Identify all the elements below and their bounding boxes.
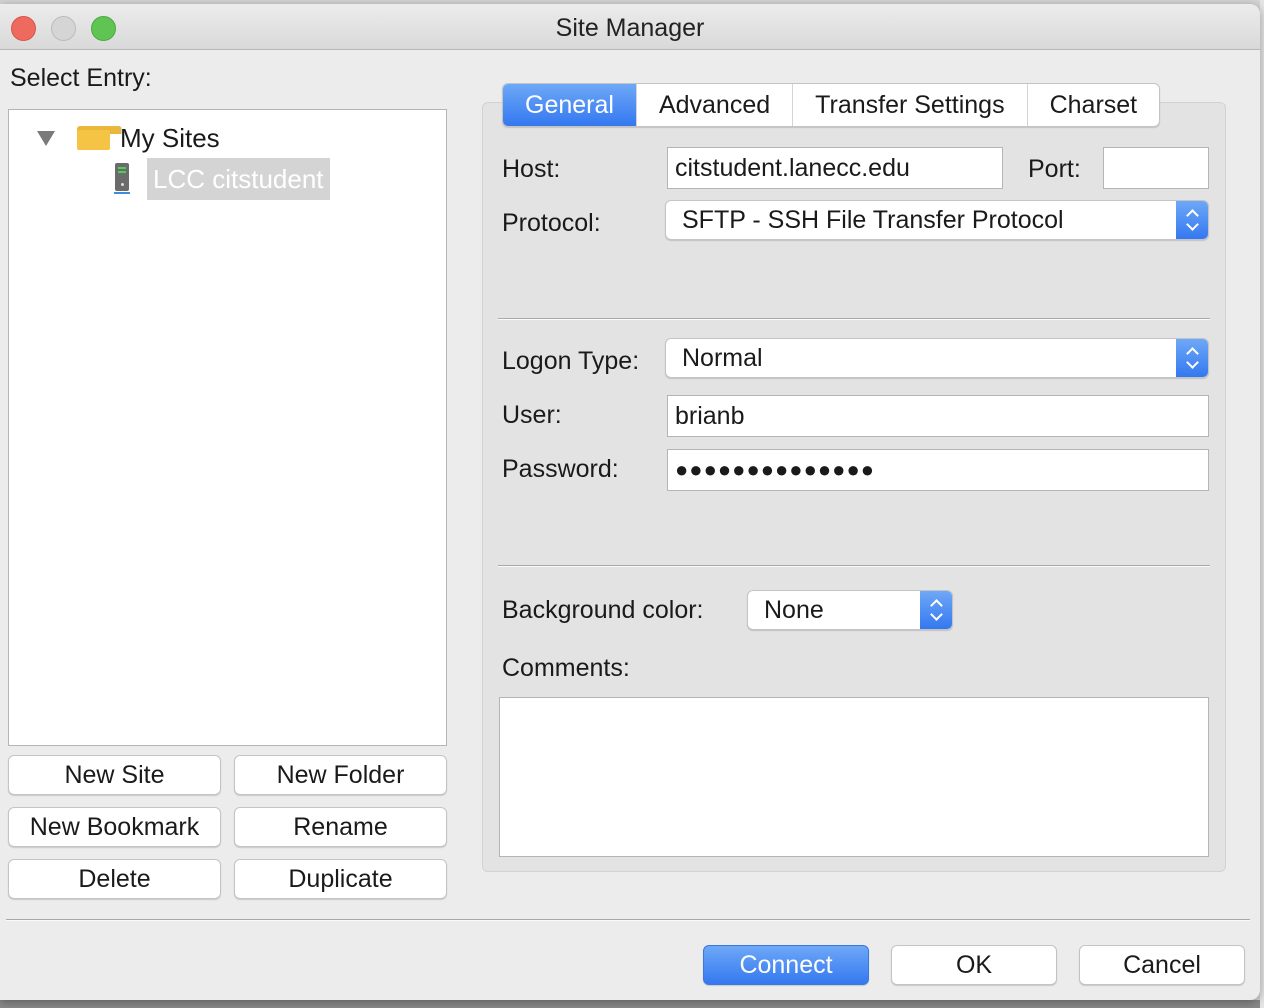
rename-button[interactable]: Rename <box>234 807 447 847</box>
user-input[interactable]: brianb <box>667 395 1209 437</box>
site-manager-dialog: Site Manager Select Entry: My Sites LCC … <box>0 4 1260 1000</box>
new-site-button[interactable]: New Site <box>8 755 221 795</box>
protocol-select[interactable]: SFTP - SSH File Transfer Protocol <box>665 200 1209 240</box>
tree-item-my-sites[interactable]: My Sites <box>35 120 220 156</box>
delete-button[interactable]: Delete <box>8 859 221 899</box>
section-divider <box>498 318 1210 320</box>
background-app-content <box>0 1000 1264 1008</box>
tree-item-label-selected[interactable]: LCC citstudent <box>147 158 330 200</box>
background-color-select-value: None <box>764 596 824 624</box>
host-label: Host: <box>502 155 561 183</box>
server-icon <box>113 163 131 195</box>
select-stepper-icon <box>1176 201 1208 239</box>
protocol-select-value: SFTP - SSH File Transfer Protocol <box>682 206 1064 234</box>
section-divider <box>498 565 1210 567</box>
background-color-select[interactable]: None <box>747 590 953 630</box>
background-color-label: Background color: <box>502 596 704 624</box>
tab-charset[interactable]: Charset <box>1028 84 1160 126</box>
protocol-label: Protocol: <box>502 209 601 237</box>
cancel-button[interactable]: Cancel <box>1079 945 1245 985</box>
select-stepper-icon <box>1176 339 1208 377</box>
tab-transfer-settings[interactable]: Transfer Settings <box>793 84 1028 126</box>
tab-advanced[interactable]: Advanced <box>637 84 794 126</box>
port-input[interactable] <box>1103 147 1209 189</box>
new-folder-button[interactable]: New Folder <box>234 755 447 795</box>
password-input[interactable]: ●●●●●●●●●●●●●● <box>667 449 1209 491</box>
footer-divider <box>6 919 1250 921</box>
tree-item-label: My Sites <box>120 122 220 153</box>
select-stepper-icon <box>920 591 952 629</box>
title-bar[interactable]: Site Manager <box>0 4 1260 50</box>
site-tree[interactable]: My Sites LCC citstudent <box>8 109 447 746</box>
host-input[interactable]: citstudent.lanecc.edu <box>667 147 1003 189</box>
duplicate-button[interactable]: Duplicate <box>234 859 447 899</box>
logon-type-select-value: Normal <box>682 344 763 372</box>
port-label: Port: <box>1028 155 1081 183</box>
select-entry-label: Select Entry: <box>10 64 152 92</box>
folder-icon <box>77 126 122 150</box>
background-app-edge <box>1260 0 1264 1008</box>
connect-button[interactable]: Connect <box>703 945 869 985</box>
logon-type-label: Logon Type: <box>502 347 640 375</box>
comments-label: Comments: <box>502 654 630 682</box>
tab-general[interactable]: General <box>503 84 637 126</box>
comments-textarea[interactable] <box>499 697 1209 857</box>
disclosure-triangle-icon[interactable] <box>37 130 55 146</box>
tab-bar: General Advanced Transfer Settings Chars… <box>502 83 1161 127</box>
tree-item-lcc-citstudent[interactable]: LCC citstudent <box>113 158 330 200</box>
password-label: Password: <box>502 455 619 483</box>
new-bookmark-button[interactable]: New Bookmark <box>8 807 221 847</box>
logon-type-select[interactable]: Normal <box>665 338 1209 378</box>
user-label: User: <box>502 401 562 429</box>
ok-button[interactable]: OK <box>891 945 1057 985</box>
window-title: Site Manager <box>555 14 705 42</box>
